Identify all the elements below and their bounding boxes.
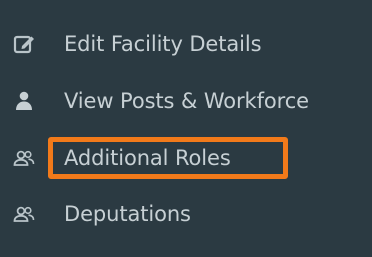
sidebar-item-label: Deputations	[64, 202, 191, 226]
sidebar-item-label: Additional Roles	[64, 146, 231, 170]
sidebar-item-label: View Posts & Workforce	[64, 89, 309, 113]
sidebar-item-edit-facility-details[interactable]: Edit Facility Details	[0, 24, 372, 64]
edit-icon	[13, 35, 34, 54]
users-icon	[13, 206, 35, 222]
users-icon	[13, 150, 35, 166]
sidebar-item-view-posts-workforce[interactable]: View Posts & Workforce	[0, 81, 372, 121]
sidebar-item-additional-roles[interactable]: Additional Roles	[0, 138, 372, 178]
user-icon	[16, 91, 32, 110]
sidebar-item-deputations[interactable]: Deputations	[0, 194, 372, 234]
sidebar-menu: Edit Facility Details View Posts & Workf…	[0, 0, 372, 257]
sidebar-item-label: Edit Facility Details	[64, 32, 262, 56]
